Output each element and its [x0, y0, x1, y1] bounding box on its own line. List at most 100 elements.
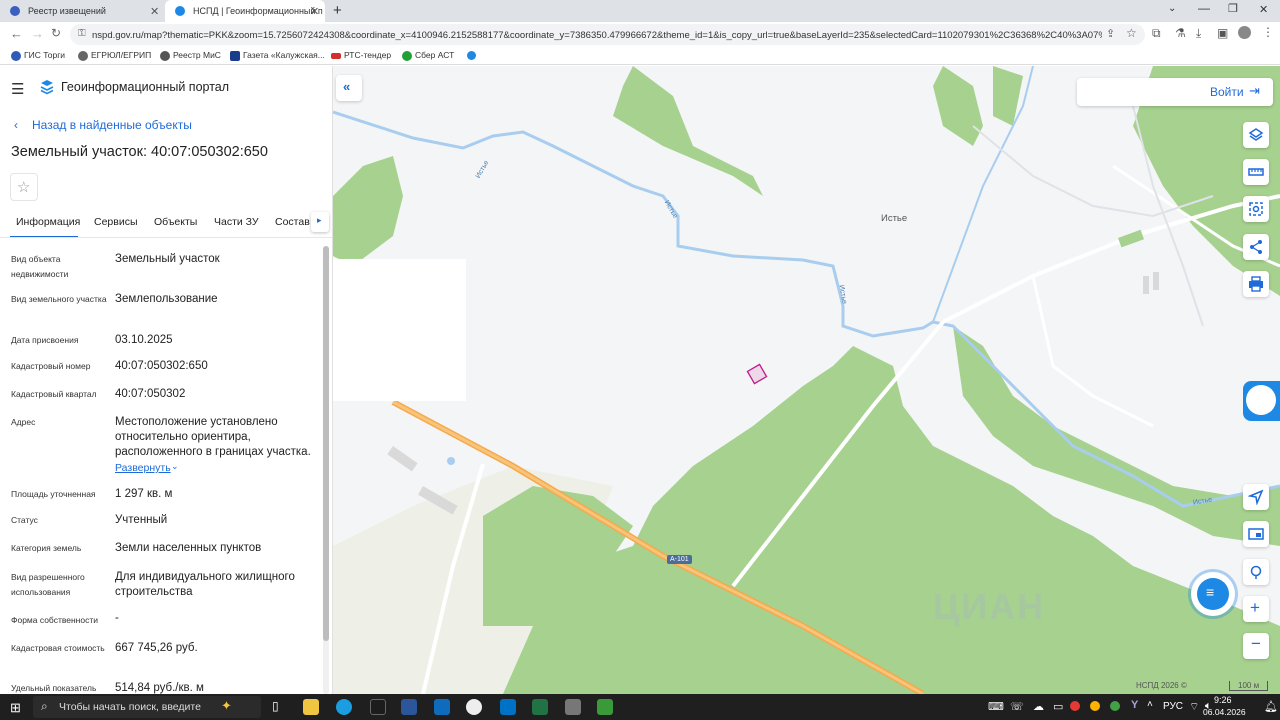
- login-button[interactable]: Войти ⇥: [1077, 78, 1273, 106]
- minimize-button[interactable]: —: [1198, 1, 1210, 15]
- field-value: 40:07:050302: [115, 388, 186, 400]
- word-icon[interactable]: [401, 699, 417, 715]
- cloud-icon[interactable]: ☁: [1033, 700, 1044, 713]
- store-icon[interactable]: [370, 699, 386, 715]
- bookmark-reestr-mis[interactable]: Реестр МиС: [160, 50, 221, 61]
- app-tray-icon[interactable]: [1110, 701, 1120, 711]
- tab-services[interactable]: Сервисы: [94, 216, 138, 228]
- scrollbar-track[interactable]: [323, 246, 329, 694]
- close-window-button[interactable]: ✕: [1259, 3, 1268, 16]
- layers-icon: [1248, 128, 1264, 141]
- file-explorer-icon[interactable]: [303, 699, 319, 715]
- zoom-in-button[interactable]: +: [1243, 596, 1269, 622]
- zoom-out-button[interactable]: −: [1243, 633, 1269, 659]
- collapse-panel-button[interactable]: «: [336, 75, 362, 101]
- bookmark-gis-torgi[interactable]: ГИС Торги: [11, 50, 65, 61]
- new-tab-button[interactable]: +: [333, 2, 342, 19]
- keyboard-icon[interactable]: ⌨: [988, 700, 1004, 713]
- tab-parts[interactable]: Части ЗУ: [214, 216, 259, 228]
- print-button[interactable]: [1243, 271, 1269, 297]
- notifications-icon[interactable]: 🔔︎: [1264, 700, 1278, 713]
- bookmark-gazeta[interactable]: Газета «Калужская...: [230, 50, 325, 61]
- clock-date[interactable]: 06.04.2026: [1203, 707, 1246, 717]
- search-icon: ⌕: [41, 699, 48, 713]
- chat-assistant-button[interactable]: ≡: [1191, 572, 1235, 616]
- search-location-button[interactable]: [1243, 559, 1269, 585]
- close-icon[interactable]: ✕: [310, 5, 319, 18]
- home-app-icon[interactable]: [597, 699, 613, 715]
- edge-icon[interactable]: [336, 699, 352, 715]
- forward-icon[interactable]: →: [31, 26, 44, 41]
- area-select-button[interactable]: [1243, 196, 1269, 222]
- chevron-up-icon[interactable]: ˄: [1147, 699, 1153, 710]
- calculator-icon[interactable]: [565, 699, 581, 715]
- phone-link-icon[interactable]: ☏: [1010, 700, 1024, 713]
- excel-icon[interactable]: [532, 699, 548, 715]
- tab-composition[interactable]: Состав: [275, 216, 310, 228]
- login-icon: ⇥: [1249, 83, 1260, 98]
- back-to-results-link[interactable]: Назад в найденные объекты: [32, 118, 192, 132]
- share-icon[interactable]: ⇪: [1106, 27, 1115, 40]
- field-label: Кадастровый номер: [11, 361, 91, 371]
- map-copyright: НСПД 2026 ©: [1136, 681, 1187, 690]
- reload-icon[interactable]: ↻: [51, 26, 61, 40]
- sidepanel-icon[interactable]: ▣: [1217, 26, 1228, 40]
- app-tray-icon[interactable]: [1090, 701, 1100, 711]
- sparkle-icon: ✦: [221, 698, 232, 713]
- maximize-button[interactable]: ❐: [1228, 2, 1238, 15]
- bookmark-rts[interactable]: РТС-тендер: [331, 50, 391, 60]
- tab-registry[interactable]: Реестр извещений ✕: [0, 0, 165, 22]
- tab-objects[interactable]: Объекты: [154, 216, 197, 228]
- share-button[interactable]: [1243, 234, 1269, 260]
- yandex-icon[interactable]: Y: [1131, 699, 1138, 711]
- network-icon[interactable]: ⌔: [1189, 700, 1199, 714]
- map-view[interactable]: Истье Истье Истье Истье Истье А-101 ЦИАН…: [333, 66, 1280, 694]
- bookmark-nspd-icon[interactable]: [467, 51, 476, 60]
- map-canvas[interactable]: [333, 66, 1280, 694]
- flask-icon[interactable]: ⚗: [1175, 26, 1186, 40]
- bookmark-sber-ast[interactable]: Сбер АСТ: [402, 50, 454, 61]
- extensions-icon[interactable]: ⧉: [1152, 26, 1161, 41]
- clock-time[interactable]: 9:26: [1214, 695, 1232, 705]
- basemap-button[interactable]: [1243, 521, 1269, 547]
- close-icon[interactable]: ✕: [150, 5, 159, 18]
- windows-start-icon[interactable]: ⊞: [10, 700, 21, 716]
- area-select-icon: [1249, 202, 1263, 216]
- expand-address-link[interactable]: Развернуть: [115, 462, 171, 474]
- scrollbar-thumb[interactable]: [323, 246, 329, 641]
- outlook-icon[interactable]: [500, 699, 516, 715]
- url-field[interactable]: ⚿ nspd.gov.ru/map?thematic=PKK&zoom=15.7…: [70, 24, 1145, 45]
- app-tray-icon[interactable]: [1070, 701, 1080, 711]
- taskbar-search-box[interactable]: ⌕ Чтобы начать поиск, введите ✦: [33, 696, 261, 718]
- login-label: Войти: [1210, 85, 1244, 99]
- selected-parcel-highlight[interactable]: [746, 363, 768, 385]
- layers-button[interactable]: [1243, 122, 1269, 148]
- mail-icon[interactable]: [434, 699, 450, 715]
- profile-avatar[interactable]: [1238, 26, 1251, 39]
- download-icon[interactable]: ⤓: [1196, 26, 1201, 41]
- site-info-icon[interactable]: ⚿: [78, 28, 86, 39]
- chat-widget-tab[interactable]: [1243, 381, 1280, 421]
- favorite-button[interactable]: ☆: [10, 173, 38, 201]
- tab-list-icon[interactable]: ⌄: [1168, 3, 1176, 14]
- language-indicator[interactable]: РУС: [1163, 701, 1183, 712]
- print-icon: [1249, 276, 1263, 292]
- ruler-button[interactable]: [1243, 159, 1269, 185]
- back-icon[interactable]: ←: [10, 26, 23, 41]
- tabs-scroll-right-button[interactable]: ▸: [311, 212, 329, 232]
- bookmark-star-icon[interactable]: ☆: [1126, 26, 1137, 40]
- task-view-icon[interactable]: ▯: [272, 699, 288, 715]
- hamburger-menu-icon[interactable]: ☰: [11, 80, 24, 98]
- menu-dots-icon[interactable]: ⋮: [1262, 25, 1274, 39]
- shield-icon: [10, 6, 20, 16]
- pc-icon[interactable]: ▭: [1053, 700, 1063, 713]
- field-label: Вид разрешенного использования: [11, 572, 85, 597]
- tab-nspd[interactable]: НСПД | Геоинформационный п ✕: [165, 0, 325, 22]
- chat-lines-icon: ≡: [1206, 584, 1215, 600]
- tab-information[interactable]: Информация: [16, 216, 80, 228]
- geolocation-button[interactable]: [1243, 484, 1269, 510]
- chevron-left-icon[interactable]: ‹: [14, 118, 18, 132]
- bookmark-egrul[interactable]: ЕГРЮЛ/ЕГРИП: [78, 50, 151, 61]
- chrome-icon[interactable]: [466, 699, 482, 715]
- field-value: 1 297 кв. м: [115, 488, 173, 500]
